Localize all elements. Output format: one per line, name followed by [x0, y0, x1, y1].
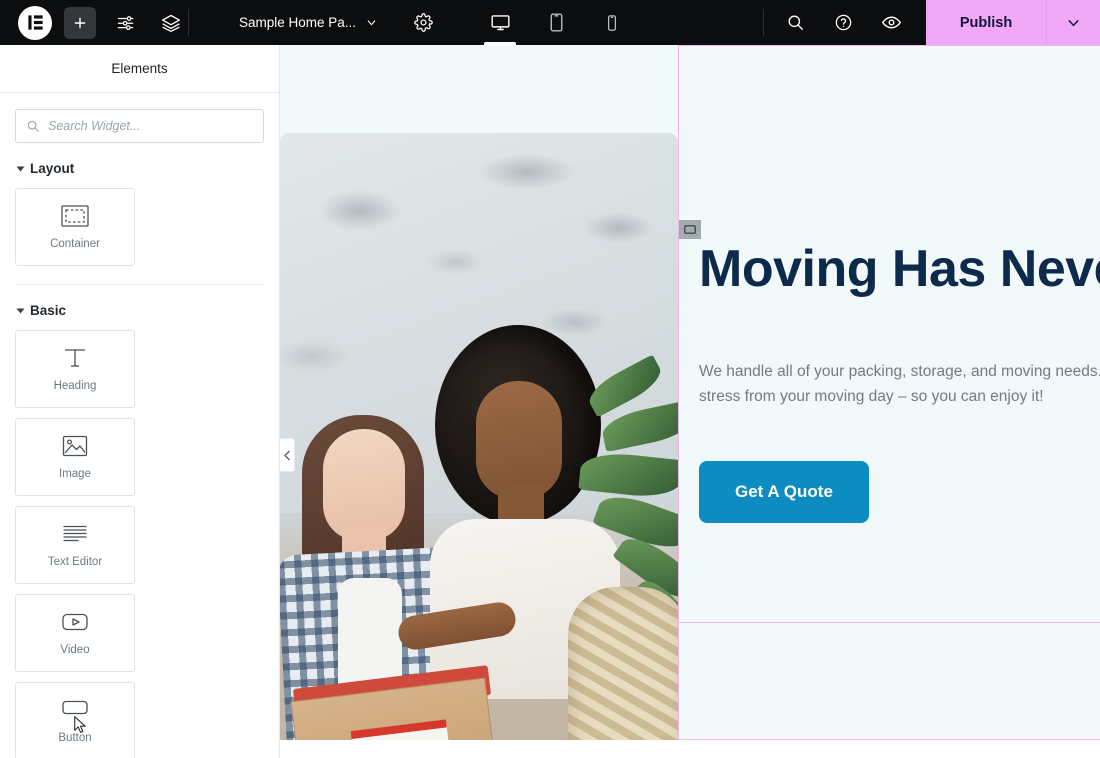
tablet-icon	[546, 12, 567, 33]
category-title: Basic	[30, 303, 67, 318]
elementor-logo-icon	[26, 13, 45, 32]
publish-button[interactable]: Publish	[926, 0, 1046, 45]
photo-person2-face	[476, 381, 562, 499]
widget-label: Button	[58, 732, 92, 744]
text-editor-icon	[61, 522, 89, 546]
structure-layers-button[interactable]	[154, 6, 188, 40]
hero-paragraph[interactable]: We handle all of your packing, storage, …	[699, 359, 1100, 409]
button-icon	[60, 698, 90, 722]
widget-tile-text-editor[interactable]: Text Editor	[15, 506, 135, 584]
widget-label: Heading	[53, 380, 97, 392]
panel-scroll-area[interactable]: Layout Container	[0, 93, 279, 758]
editor-canvas[interactable]: FRAGILE	[280, 45, 1100, 758]
top-bar-right-group: Publish	[764, 0, 1100, 45]
layers-icon	[161, 13, 181, 33]
category-title: Layout	[30, 161, 75, 176]
widget-label: Image	[59, 468, 91, 480]
preview-changes-button[interactable]	[874, 6, 908, 40]
search-icon	[26, 119, 40, 133]
plus-icon	[72, 15, 88, 31]
hero-heading[interactable]: Moving Has Never Been Easier	[699, 232, 1100, 307]
heading-t-icon	[62, 346, 88, 370]
top-bar-center-group: Sample Home Pa...	[223, 0, 640, 45]
add-element-button[interactable]	[64, 6, 96, 39]
widget-label: Container	[50, 238, 100, 250]
question-circle-icon	[834, 13, 853, 32]
category-header-basic[interactable]: Basic	[15, 285, 264, 330]
top-bar-left-group	[0, 0, 188, 45]
device-desktop-button[interactable]	[472, 0, 528, 45]
elements-panel: Elements Layout	[0, 45, 280, 758]
photo-woven-basket	[568, 587, 678, 758]
widget-label: Video	[60, 644, 90, 656]
panel-title: Elements	[0, 45, 279, 93]
widget-tile-video[interactable]: Video	[15, 594, 135, 672]
search-icon	[786, 13, 805, 32]
site-settings-button[interactable]	[108, 6, 142, 40]
eye-icon	[881, 12, 902, 33]
device-mode-group	[472, 0, 640, 45]
search-input[interactable]	[48, 119, 253, 133]
chevron-down-icon	[16, 308, 25, 313]
mobile-icon	[603, 14, 621, 32]
topbar-divider-left	[188, 9, 189, 36]
gear-icon	[413, 13, 433, 32]
widget-tile-heading[interactable]: Heading	[15, 330, 135, 408]
hero-image-widget[interactable]: FRAGILE	[280, 133, 678, 758]
desktop-icon	[490, 12, 511, 33]
hero-photo: FRAGILE	[280, 133, 678, 758]
canvas-below-section	[280, 740, 1100, 758]
page-settings-button[interactable]	[406, 6, 440, 40]
video-play-icon	[61, 610, 89, 634]
finder-button[interactable]	[778, 6, 812, 40]
widget-tile-container[interactable]: Container	[15, 188, 135, 266]
search-widget-field[interactable]	[15, 109, 264, 143]
panel-collapse-button[interactable]	[280, 438, 295, 472]
chevron-left-icon	[283, 450, 292, 461]
topbar-action-icons	[764, 0, 926, 45]
elementor-editor: Sample Home Pa... Publish Elements Searc…	[0, 0, 1100, 758]
widget-grid-basic: Heading Image Text Editor Video Button	[15, 330, 264, 758]
widget-tile-image[interactable]: Image	[15, 418, 135, 496]
hero-section[interactable]: FRAGILE	[280, 45, 1100, 758]
device-tablet-button[interactable]	[528, 0, 584, 45]
image-icon	[62, 434, 88, 458]
hero-text-container[interactable]: Moving Has Never Been Easier We handle a…	[678, 45, 1100, 740]
document-name-label: Sample Home Pa...	[239, 15, 357, 30]
category-header-layout[interactable]: Layout	[15, 143, 264, 188]
device-mobile-button[interactable]	[584, 0, 640, 45]
elementor-logo-button[interactable]	[18, 5, 52, 40]
chevron-down-icon	[16, 166, 25, 171]
document-name-dropdown[interactable]: Sample Home Pa...	[223, 15, 392, 30]
get-a-quote-button[interactable]: Get A Quote	[699, 461, 869, 524]
editor-body: Elements Layout	[0, 45, 1100, 758]
sliders-icon	[116, 13, 135, 32]
publish-options-button[interactable]	[1046, 0, 1100, 45]
top-bar: Sample Home Pa... Publish	[0, 0, 1100, 45]
container-icon	[61, 204, 89, 228]
container-handle-icon[interactable]	[679, 220, 701, 239]
widget-label: Text Editor	[47, 556, 103, 568]
widget-grid-layout: Container	[15, 188, 264, 266]
chevron-down-icon	[1065, 14, 1082, 31]
chevron-down-icon	[365, 16, 378, 29]
widget-tile-button[interactable]: Button	[15, 682, 135, 758]
help-button[interactable]	[826, 6, 860, 40]
container-inner-separator	[678, 622, 1100, 623]
hero-content-stack: Moving Has Never Been Easier We handle a…	[679, 220, 1100, 524]
